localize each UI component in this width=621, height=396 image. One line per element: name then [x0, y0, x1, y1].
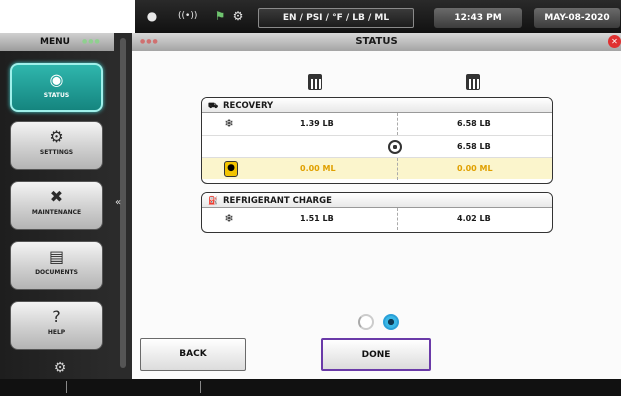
done-button[interactable]: DONE [321, 338, 431, 371]
status-icon: ◉ [49, 70, 64, 89]
help-icon: ? [52, 307, 61, 326]
table-row: 6.58 LB [202, 135, 552, 157]
recovery-total-refrigerant: 6.58 LB [457, 119, 491, 128]
oil-icon: ● [224, 161, 238, 177]
recovery-total-tank: 6.58 LB [457, 142, 491, 151]
calendar-icon [308, 74, 322, 90]
menu-item-status[interactable]: ◉ STATUS [10, 63, 103, 112]
target-icon [388, 140, 402, 154]
recovery-header: ⛟ RECOVERY [202, 98, 552, 113]
units-display[interactable]: EN / PSI / °F / LB / ML [258, 8, 414, 28]
charge-header: ⛽ REFRIGERANT CHARGE [202, 193, 552, 208]
recovery-total-oil: 0.00 ML [457, 164, 493, 173]
wireless-icon: ((•)) [178, 11, 198, 21]
snowflake-icon: ❄ [224, 117, 234, 130]
collapse-menu-icon[interactable]: « [111, 196, 125, 210]
tools-icon: ✖ [49, 187, 64, 206]
time-display: 12:43 PM [434, 8, 522, 28]
menu-item-label: MAINTENANCE [31, 209, 82, 216]
menu-header: MENU [0, 33, 120, 51]
recovery-session-refrigerant: 1.39 LB [300, 119, 334, 128]
bottom-bar [0, 379, 621, 396]
back-button[interactable]: BACK [140, 338, 246, 371]
page-indicator-2[interactable] [383, 314, 399, 330]
menu-item-settings[interactable]: ⚙ SETTINGS [10, 121, 103, 170]
settings-status-icon: ⚙ [232, 9, 244, 23]
flag-connection-icon: ⚑ [214, 9, 226, 23]
charge-icon: ⛽ [208, 196, 218, 205]
menu-item-label: HELP [47, 329, 66, 336]
gear-icon: ⚙ [49, 127, 64, 146]
menu-item-label: SETTINGS [39, 149, 74, 156]
date-display: MAY-08-2020 [534, 8, 620, 28]
menu-item-help[interactable]: ? HELP [10, 301, 103, 350]
vehicle-icon: ● [146, 9, 158, 23]
recovery-session-oil: 0.00 ML [300, 164, 336, 173]
top-status-bar: ● ((•)) ⚑ ⚙ EN / PSI / °F / LB / ML 12:4… [0, 0, 621, 33]
close-button[interactable]: ✕ [608, 35, 621, 48]
calendar-total-icon [466, 74, 480, 90]
document-icon: ▤ [48, 247, 65, 266]
page-title: STATUS [355, 36, 398, 47]
charge-session-refrigerant: 1.51 LB [300, 214, 334, 223]
menu-item-label: STATUS [43, 92, 70, 99]
menu-dots-icon: ●●● [82, 38, 101, 45]
charge-panel: ⛽ REFRIGERANT CHARGE ❄ 1.51 LB 4.02 LB [201, 192, 553, 233]
table-row: ● 0.00 ML 0.00 ML [202, 157, 552, 180]
window-header: ●●● STATUS [132, 33, 621, 51]
charge-title: REFRIGERANT CHARGE [222, 196, 332, 206]
recovery-panel: ⛟ RECOVERY ❄ 1.39 LB 6.58 LB 6.58 LB ● 0… [201, 97, 553, 184]
page-indicator-1[interactable] [358, 314, 374, 330]
charge-total-refrigerant: 4.02 LB [457, 214, 491, 223]
recovery-title: RECOVERY [222, 101, 274, 111]
menu-item-label: DOCUMENTS [35, 269, 78, 276]
recovery-icon: ⛟ [208, 101, 219, 110]
menu-item-documents[interactable]: ▤ DOCUMENTS [10, 241, 103, 290]
side-menu: MENU ●●● ◉ STATUS ⚙ SETTINGS ✖ MAINTENAN… [0, 33, 120, 379]
menu-item-maintenance[interactable]: ✖ MAINTENANCE [10, 181, 103, 230]
table-row: ❄ 1.39 LB 6.58 LB [202, 113, 552, 135]
gear-icon[interactable]: ⚙ [52, 360, 68, 376]
table-row: ❄ 1.51 LB 4.02 LB [202, 208, 552, 230]
snowflake-icon: ❄ [224, 212, 234, 225]
